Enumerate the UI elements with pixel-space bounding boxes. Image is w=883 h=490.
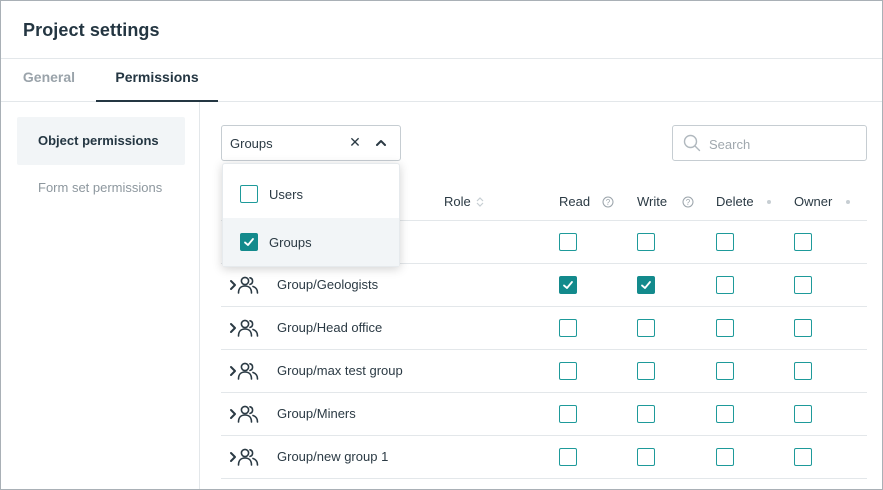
read-checkbox[interactable]: [559, 276, 577, 294]
close-icon[interactable]: ✕: [347, 134, 363, 152]
owner-checkbox[interactable]: [794, 362, 812, 380]
table-row[interactable]: Group/Geologists: [221, 264, 867, 307]
table-row[interactable]: Group/Miners: [221, 393, 867, 436]
groups-checkbox[interactable]: [240, 233, 258, 251]
owner-checkbox[interactable]: [794, 405, 812, 423]
read-checkbox[interactable]: [559, 405, 577, 423]
delete-checkbox[interactable]: [716, 276, 734, 294]
help-icon[interactable]: ?: [602, 195, 614, 208]
svg-text:?: ?: [686, 198, 691, 207]
delete-column-header: Delete: [716, 194, 754, 209]
tab-bar: General Permissions: [1, 59, 882, 102]
delete-checkbox[interactable]: [716, 362, 734, 380]
group-icon: [237, 361, 259, 381]
dot-icon: [846, 200, 850, 204]
delete-checkbox[interactable]: [716, 233, 734, 251]
read-checkbox[interactable]: [559, 319, 577, 337]
option-groups[interactable]: Groups: [223, 218, 399, 266]
sidebar-item-object-permissions[interactable]: Object permissions: [17, 117, 185, 165]
group-icon: [237, 404, 259, 424]
write-checkbox[interactable]: [637, 233, 655, 251]
row-name: Group/new group 1: [277, 449, 389, 464]
group-icon: [237, 275, 259, 295]
project-settings-window: Project settings General Permissions Obj…: [0, 0, 883, 490]
svg-text:?: ?: [606, 198, 611, 207]
table-row[interactable]: Group/Head office: [221, 307, 867, 350]
delete-checkbox[interactable]: [716, 405, 734, 423]
write-checkbox[interactable]: [637, 448, 655, 466]
tab-permissions[interactable]: Permissions: [96, 59, 218, 102]
select-value: Groups: [230, 136, 273, 151]
write-checkbox[interactable]: [637, 362, 655, 380]
search-box: [672, 125, 867, 161]
owner-column-header: Owner: [794, 194, 833, 209]
dot-icon: [767, 200, 771, 204]
owner-checkbox[interactable]: [794, 276, 812, 294]
sort-icon[interactable]: [475, 195, 487, 207]
page-title: Project settings: [23, 20, 160, 40]
read-column-header: Read: [559, 194, 591, 209]
option-label: Users: [269, 187, 303, 202]
sidebar: Object permissions Form set permissions: [1, 102, 200, 489]
group-icon: [237, 318, 259, 338]
option-users[interactable]: Users: [223, 170, 399, 218]
role-column-header[interactable]: Role: [444, 194, 471, 209]
delete-checkbox[interactable]: [716, 319, 734, 337]
row-name: Group/max test group: [277, 363, 403, 378]
type-filter-dropdown: Users Groups: [222, 163, 400, 267]
users-checkbox[interactable]: [240, 185, 258, 203]
read-checkbox[interactable]: [559, 448, 577, 466]
help-icon[interactable]: ?: [682, 195, 694, 208]
read-checkbox[interactable]: [559, 233, 577, 251]
row-name: Group/Geologists: [277, 277, 379, 292]
write-checkbox[interactable]: [637, 405, 655, 423]
read-checkbox[interactable]: [559, 362, 577, 380]
owner-checkbox[interactable]: [794, 448, 812, 466]
search-input[interactable]: [709, 134, 859, 154]
write-column-header: Write: [637, 194, 668, 209]
tab-general[interactable]: General: [1, 59, 97, 102]
option-label: Groups: [269, 235, 312, 250]
search-icon: [683, 134, 701, 152]
header: Project settings: [1, 1, 882, 59]
table-row[interactable]: Group/new group 1: [221, 436, 867, 479]
row-name: Group/Miners: [277, 406, 356, 421]
sidebar-item-form-set-permissions[interactable]: Form set permissions: [17, 164, 185, 212]
delete-checkbox[interactable]: [716, 448, 734, 466]
type-filter-select[interactable]: Groups ✕: [221, 125, 401, 161]
write-checkbox[interactable]: [637, 276, 655, 294]
group-icon: [237, 447, 259, 467]
row-name: Group/Head office: [277, 320, 383, 335]
owner-checkbox[interactable]: [794, 319, 812, 337]
table-row[interactable]: Group/max test group: [221, 350, 867, 393]
write-checkbox[interactable]: [637, 319, 655, 337]
owner-checkbox[interactable]: [794, 233, 812, 251]
chevron-up-icon[interactable]: [374, 136, 388, 150]
